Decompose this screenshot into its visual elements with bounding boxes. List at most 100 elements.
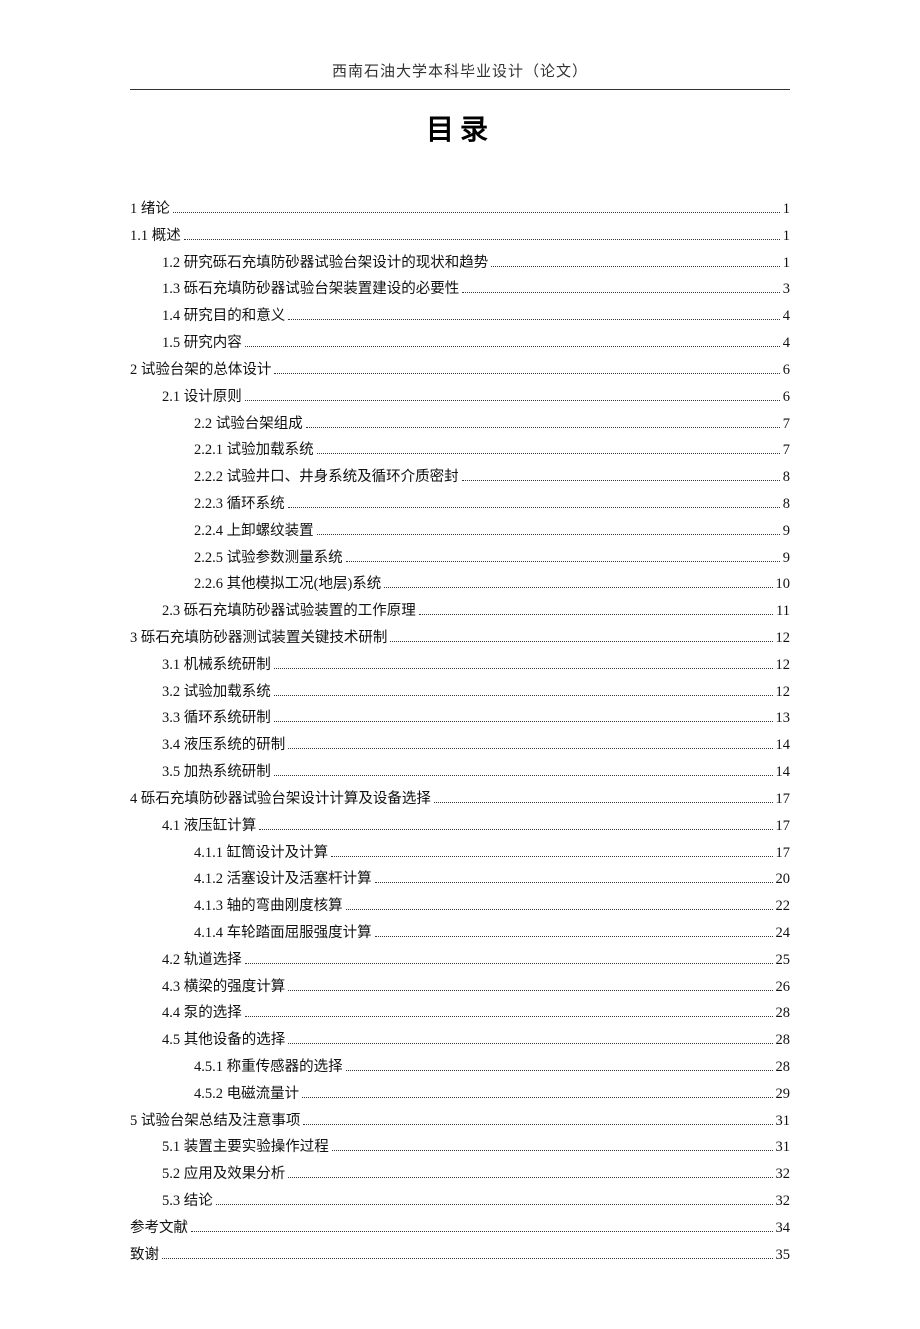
toc-entry-label: 1.5 研究内容 bbox=[162, 330, 242, 357]
toc-entry-label: 2.2.2 试验井口、井身系统及循环介质密封 bbox=[194, 464, 459, 491]
toc-entry-page: 28 bbox=[776, 1000, 791, 1027]
toc-entry: 3.2 试验加载系统12 bbox=[162, 679, 790, 706]
toc-entry-label: 3.1 机械系统研制 bbox=[162, 652, 271, 679]
toc-entry-label: 2.2.3 循环系统 bbox=[194, 491, 285, 518]
toc-leader-dots bbox=[245, 390, 780, 401]
toc-entry: 2.2.4 上卸螺纹装置9 bbox=[194, 518, 790, 545]
toc-leader-dots bbox=[384, 577, 772, 588]
toc-entry-page: 1 bbox=[783, 250, 790, 277]
toc-entry-page: 8 bbox=[783, 464, 790, 491]
toc-entry-page: 9 bbox=[783, 545, 790, 572]
toc-entry-page: 32 bbox=[776, 1161, 791, 1188]
toc-entry-label: 5.3 结论 bbox=[162, 1188, 213, 1215]
toc-entry-label: 1.3 砾石充填防砂器试验台架装置建设的必要性 bbox=[162, 276, 459, 303]
toc-title: 目录 bbox=[130, 108, 790, 148]
toc-entry-label: 5 试验台架总结及注意事项 bbox=[130, 1108, 300, 1135]
toc-leader-dots bbox=[274, 684, 773, 695]
toc-entry-page: 22 bbox=[776, 893, 791, 920]
toc-entry-label: 2 试验台架的总体设计 bbox=[130, 357, 271, 384]
toc-entry-page: 4 bbox=[783, 330, 790, 357]
toc-entry: 4.5.1 称重传感器的选择28 bbox=[194, 1054, 790, 1081]
toc-entry-label: 4.3 横梁的强度计算 bbox=[162, 974, 285, 1001]
toc-entry-label: 2.2.5 试验参数测量系统 bbox=[194, 545, 343, 572]
toc-entry-label: 1.4 研究目的和意义 bbox=[162, 303, 285, 330]
toc-entry-label: 4.4 泵的选择 bbox=[162, 1000, 242, 1027]
toc-leader-dots bbox=[375, 872, 773, 883]
toc-entry-page: 25 bbox=[776, 947, 791, 974]
toc-entry: 1 绪论 1 bbox=[130, 196, 790, 223]
toc-entry-page: 28 bbox=[776, 1054, 791, 1081]
toc-entry-page: 1 bbox=[783, 223, 790, 250]
toc-entry-page: 12 bbox=[776, 652, 791, 679]
toc-leader-dots bbox=[332, 1140, 773, 1151]
toc-entry-label: 2.3 砾石充填防砂器试验装置的工作原理 bbox=[162, 598, 416, 625]
toc-entry: 5 试验台架总结及注意事项31 bbox=[130, 1108, 790, 1135]
toc-entry: 4.3 横梁的强度计算 26 bbox=[162, 974, 790, 1001]
toc-entry-label: 5.2 应用及效果分析 bbox=[162, 1161, 285, 1188]
toc-leader-dots bbox=[274, 658, 773, 669]
toc-leader-dots bbox=[346, 899, 773, 910]
header-rule bbox=[130, 89, 790, 90]
toc-entry-page: 24 bbox=[776, 920, 791, 947]
toc-leader-dots bbox=[245, 336, 780, 347]
toc-entry: 1.1 概述 1 bbox=[130, 223, 790, 250]
toc-entry: 4 砾石充填防砂器试验台架设计计算及设备选择17 bbox=[130, 786, 790, 813]
toc-leader-dots bbox=[173, 202, 780, 213]
toc-entry: 参考文献 34 bbox=[130, 1215, 790, 1242]
toc-entry-page: 17 bbox=[776, 840, 791, 867]
toc-entry-page: 35 bbox=[776, 1242, 791, 1269]
toc-entry-label: 致谢 bbox=[130, 1242, 159, 1269]
toc-entry-page: 8 bbox=[783, 491, 790, 518]
toc-leader-dots bbox=[274, 765, 773, 776]
toc-entry-page: 10 bbox=[776, 571, 791, 598]
toc-entry-page: 12 bbox=[776, 625, 791, 652]
toc-entry: 4.1.4 车轮踏面屈服强度计算 24 bbox=[194, 920, 790, 947]
toc-entry-label: 4.2 轨道选择 bbox=[162, 947, 242, 974]
toc-leader-dots bbox=[274, 711, 773, 722]
toc-entry-page: 34 bbox=[776, 1215, 791, 1242]
toc-entry-label: 3 砾石充填防砂器测试装置关键技术研制 bbox=[130, 625, 387, 652]
toc-entry: 4.5.2 电磁流量计29 bbox=[194, 1081, 790, 1108]
toc-entry: 3.1 机械系统研制 12 bbox=[162, 652, 790, 679]
toc-entry: 1.5 研究内容 4 bbox=[162, 330, 790, 357]
toc-entry: 2.2.3 循环系统 8 bbox=[194, 491, 790, 518]
toc-entry-page: 26 bbox=[776, 974, 791, 1001]
toc-entry-label: 参考文献 bbox=[130, 1215, 188, 1242]
toc-entry-page: 9 bbox=[783, 518, 790, 545]
toc-entry-label: 4.1 液压缸计算 bbox=[162, 813, 256, 840]
toc-entry: 4.4 泵的选择 28 bbox=[162, 1000, 790, 1027]
toc-entry: 4.1.2 活塞设计及活塞杆计算20 bbox=[194, 866, 790, 893]
toc-entry: 4.2 轨道选择 25 bbox=[162, 947, 790, 974]
toc-leader-dots bbox=[288, 738, 772, 749]
toc-entry-label: 4.1.1 缸筒设计及计算 bbox=[194, 840, 328, 867]
toc-entry-page: 29 bbox=[776, 1081, 791, 1108]
toc-entry-label: 1 绪论 bbox=[130, 196, 170, 223]
toc-leader-dots bbox=[346, 550, 780, 561]
toc-entry-label: 4.1.4 车轮踏面屈服强度计算 bbox=[194, 920, 372, 947]
toc-entry-page: 32 bbox=[776, 1188, 791, 1215]
toc-leader-dots bbox=[375, 926, 773, 937]
toc-entry-page: 6 bbox=[783, 357, 790, 384]
toc-entry: 2.2.5 试验参数测量系统 9 bbox=[194, 545, 790, 572]
toc-leader-dots bbox=[491, 255, 780, 266]
toc-entry-label: 4.5 其他设备的选择 bbox=[162, 1027, 285, 1054]
toc-leader-dots bbox=[288, 497, 780, 508]
toc-entry-label: 2.1 设计原则 bbox=[162, 384, 242, 411]
page-header: 西南石油大学本科毕业设计（论文） bbox=[130, 60, 790, 81]
toc-leader-dots bbox=[245, 1006, 773, 1017]
toc-leader-dots bbox=[331, 845, 772, 856]
toc-leader-dots bbox=[274, 363, 779, 374]
toc-entry: 2.2 试验台架组成7 bbox=[194, 411, 790, 438]
toc-entry-page: 14 bbox=[776, 732, 791, 759]
toc-entry-page: 1 bbox=[783, 196, 790, 223]
toc-entry-label: 1.1 概述 bbox=[130, 223, 181, 250]
toc-entry: 3.5 加热系统研制14 bbox=[162, 759, 790, 786]
toc-leader-dots bbox=[288, 979, 772, 990]
toc-leader-dots bbox=[462, 282, 780, 293]
toc-entry-label: 3.2 试验加载系统 bbox=[162, 679, 271, 706]
toc-leader-dots bbox=[317, 443, 780, 454]
toc-leader-dots bbox=[390, 631, 772, 642]
toc-leader-dots bbox=[245, 953, 773, 964]
toc-entry: 4.1 液压缸计算17 bbox=[162, 813, 790, 840]
toc-leader-dots bbox=[288, 1033, 772, 1044]
